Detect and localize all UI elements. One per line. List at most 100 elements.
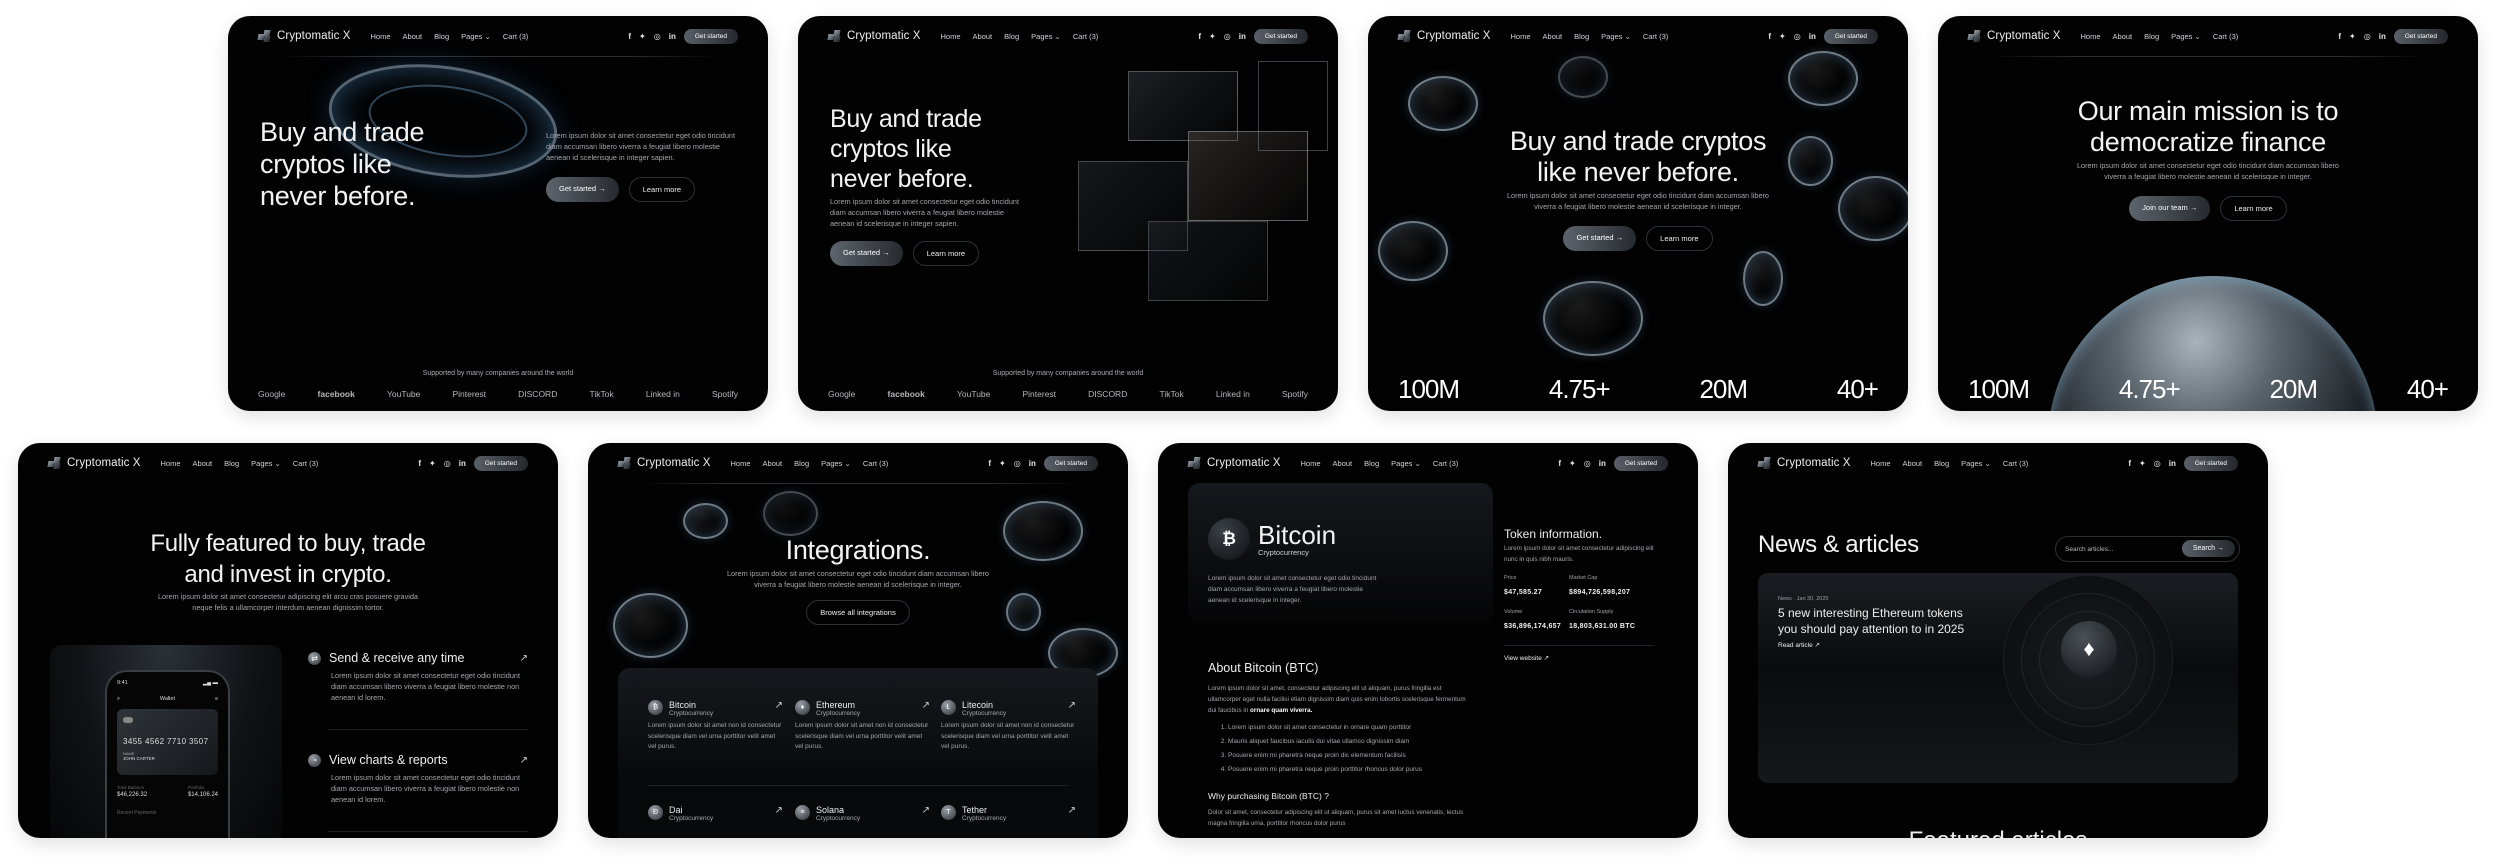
nav-link-blog[interactable]: Blog	[1004, 32, 1019, 41]
brand-logo[interactable]: Cryptomatic X	[827, 30, 921, 42]
nav-link-blog[interactable]: Blog	[1934, 459, 1949, 468]
facebook-icon[interactable]: f	[628, 32, 631, 41]
twitter-icon[interactable]: ✦	[1779, 32, 1786, 41]
integration-card[interactable]: ≡ Solana Cryptocurrency ↗	[795, 805, 930, 822]
nav-link-cart[interactable]: Cart (3)	[863, 459, 888, 468]
nav-link-about[interactable]: About	[763, 459, 783, 468]
nav-link-home[interactable]: Home	[161, 459, 181, 468]
brand-logo[interactable]: Cryptomatic X	[1967, 30, 2061, 42]
integration-card[interactable]: T Tether Cryptocurrency ↗	[941, 805, 1076, 822]
nav-link-cart[interactable]: Cart (3)	[503, 32, 528, 41]
nav-link-blog[interactable]: Blog	[2144, 32, 2159, 41]
get-started-nav-button[interactable]: Get started	[2393, 28, 2448, 44]
nav-link-home[interactable]: Home	[731, 459, 751, 468]
nav-link-about[interactable]: About	[1333, 459, 1353, 468]
nav-link-cart[interactable]: Cart (3)	[2213, 32, 2238, 41]
facebook-icon[interactable]: f	[988, 459, 991, 468]
nav-link-home[interactable]: Home	[1511, 32, 1531, 41]
twitter-icon[interactable]: ✦	[1209, 32, 1216, 41]
get-started-button[interactable]: Get started →	[1563, 226, 1637, 251]
linkedin-icon[interactable]: in	[2169, 459, 2176, 468]
instagram-icon[interactable]: ◎	[2364, 32, 2371, 41]
nav-link-about[interactable]: About	[973, 32, 993, 41]
integration-card[interactable]: ₿ Bitcoin Cryptocurrency ↗ Lorem ipsum dolo…	[648, 700, 783, 753]
browse-integrations-button[interactable]: Browse all integrations	[806, 600, 910, 625]
nav-link-blog[interactable]: Blog	[794, 459, 809, 468]
nav-link-pages[interactable]: Pages ⌄	[821, 459, 851, 468]
get-started-nav-button[interactable]: Get started	[1253, 28, 1308, 44]
get-started-nav-button[interactable]: Get started	[1613, 455, 1668, 471]
search-input[interactable]: Search articles...	[2065, 546, 2113, 553]
instagram-icon[interactable]: ◎	[1224, 32, 1231, 41]
get-started-nav-button[interactable]: Get started	[2183, 455, 2238, 471]
nav-link-cart[interactable]: Cart (3)	[2003, 459, 2028, 468]
learn-more-button[interactable]: Learn more	[912, 241, 980, 266]
get-started-nav-button[interactable]: Get started	[473, 455, 528, 471]
integration-card[interactable]: Ł Litecoin Cryptocurrency ↗ Lorem ipsum dol…	[941, 700, 1076, 753]
linkedin-icon[interactable]: in	[669, 32, 676, 41]
linkedin-icon[interactable]: in	[1239, 32, 1246, 41]
facebook-icon[interactable]: f	[418, 459, 421, 468]
twitter-icon[interactable]: ✦	[1569, 459, 1576, 468]
nav-link-pages[interactable]: Pages ⌄	[251, 459, 281, 468]
read-article-link[interactable]: Read article ↗	[1778, 641, 1968, 649]
nav-link-about[interactable]: About	[1543, 32, 1563, 41]
instagram-icon[interactable]: ◎	[444, 459, 451, 468]
nav-link-pages[interactable]: Pages ⌄	[1601, 32, 1631, 41]
twitter-icon[interactable]: ✦	[2349, 32, 2356, 41]
linkedin-icon[interactable]: in	[2379, 32, 2386, 41]
nav-link-about[interactable]: About	[193, 459, 213, 468]
nav-link-pages[interactable]: Pages ⌄	[1031, 32, 1061, 41]
feature-item[interactable]: ◔ View charts & reports ↗ Lorem ipsum dolo…	[308, 753, 528, 805]
brand-logo[interactable]: Cryptomatic X	[1397, 30, 1491, 42]
instagram-icon[interactable]: ◎	[1794, 32, 1801, 41]
brand-logo[interactable]: Cryptomatic X	[1757, 457, 1851, 469]
brand-logo[interactable]: Cryptomatic X	[47, 457, 141, 469]
linkedin-icon[interactable]: in	[459, 459, 466, 468]
learn-more-button[interactable]: Learn more	[1646, 226, 1713, 251]
learn-more-button[interactable]: Learn more	[2220, 196, 2287, 221]
twitter-icon[interactable]: ✦	[999, 459, 1006, 468]
nav-link-pages[interactable]: Pages ⌄	[2171, 32, 2201, 41]
nav-link-cart[interactable]: Cart (3)	[1073, 32, 1098, 41]
nav-link-cart[interactable]: Cart (3)	[1643, 32, 1668, 41]
facebook-icon[interactable]: f	[1198, 32, 1201, 41]
facebook-icon[interactable]: f	[2128, 459, 2131, 468]
nav-link-home[interactable]: Home	[1871, 459, 1891, 468]
search-articles-field[interactable]: Search articles... Search →	[2055, 536, 2240, 562]
nav-link-home[interactable]: Home	[2081, 32, 2101, 41]
nav-link-blog[interactable]: Blog	[434, 32, 449, 41]
nav-link-pages[interactable]: Pages ⌄	[1391, 459, 1421, 468]
learn-more-button[interactable]: Learn more	[628, 177, 696, 202]
instagram-icon[interactable]: ◎	[654, 32, 661, 41]
linkedin-icon[interactable]: in	[1029, 459, 1036, 468]
twitter-icon[interactable]: ✦	[639, 32, 646, 41]
nav-link-about[interactable]: About	[1903, 459, 1923, 468]
get-started-nav-button[interactable]: Get started	[1043, 455, 1098, 471]
get-started-button[interactable]: Get started →	[546, 177, 619, 202]
view-website-link[interactable]: View website ↗	[1504, 654, 1654, 662]
twitter-icon[interactable]: ✦	[429, 459, 436, 468]
nav-link-pages[interactable]: Pages ⌄	[1961, 459, 1991, 468]
nav-link-home[interactable]: Home	[1301, 459, 1321, 468]
get-started-nav-button[interactable]: Get started	[683, 28, 738, 44]
join-team-button[interactable]: Join our team →	[2129, 196, 2211, 221]
get-started-nav-button[interactable]: Get started	[1823, 28, 1878, 44]
nav-link-pages[interactable]: Pages ⌄	[461, 32, 491, 41]
integration-card[interactable]: Ð Dai Cryptocurrency ↗	[648, 805, 783, 822]
brand-logo[interactable]: Cryptomatic X	[617, 457, 711, 469]
nav-link-blog[interactable]: Blog	[1574, 32, 1589, 41]
nav-link-blog[interactable]: Blog	[224, 459, 239, 468]
facebook-icon[interactable]: f	[2338, 32, 2341, 41]
twitter-icon[interactable]: ✦	[2139, 459, 2146, 468]
nav-link-home[interactable]: Home	[371, 32, 391, 41]
nav-link-home[interactable]: Home	[941, 32, 961, 41]
facebook-icon[interactable]: f	[1768, 32, 1771, 41]
featured-article-card[interactable]: ♦ News · Jan 30, 2025 5 new interesting …	[1758, 573, 2238, 783]
instagram-icon[interactable]: ◎	[2154, 459, 2161, 468]
get-started-button[interactable]: Get started →	[830, 241, 903, 266]
nav-link-blog[interactable]: Blog	[1364, 459, 1379, 468]
brand-logo[interactable]: Cryptomatic X	[257, 30, 351, 42]
feature-item[interactable]: ⇄ Send & receive any time ↗ Lorem ipsum do…	[308, 651, 528, 703]
linkedin-icon[interactable]: in	[1599, 459, 1606, 468]
